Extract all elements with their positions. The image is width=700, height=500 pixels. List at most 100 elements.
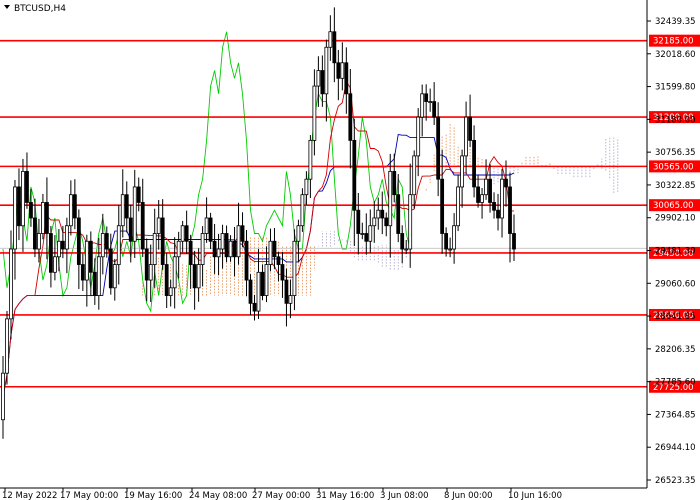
candle — [196, 248, 201, 302]
candle-body-bull — [460, 155, 465, 188]
candle-body-bear — [144, 248, 149, 281]
candle — [448, 237, 453, 258]
candle — [428, 88, 433, 112]
candle-body-bull — [324, 46, 329, 95]
candle — [208, 212, 213, 249]
candle — [308, 135, 313, 199]
candle — [192, 250, 197, 310]
candle-body-bull — [264, 264, 269, 296]
candle — [56, 229, 61, 272]
y-tick-label: 28206.35 — [655, 345, 696, 355]
candle — [384, 212, 389, 237]
candle — [168, 279, 173, 307]
candle-body-bear — [92, 271, 97, 296]
level-price-label: 30065.00 — [653, 201, 694, 211]
candle-body-bear — [124, 194, 129, 219]
candle-body-bear — [260, 271, 265, 296]
candle-body-bear — [380, 209, 385, 219]
candle — [344, 47, 349, 114]
candle-body-bull — [388, 171, 393, 227]
candle-body-bear — [332, 31, 337, 64]
candle-body-bear — [60, 240, 65, 250]
candle — [228, 235, 233, 262]
y-tick-label: 30322.85 — [655, 181, 696, 191]
candle-body-bull — [96, 256, 101, 296]
candle-body-bull — [13, 186, 17, 250]
candle — [156, 199, 161, 250]
candle-body-bull — [172, 256, 177, 289]
candle — [68, 180, 73, 236]
candle — [400, 225, 405, 264]
candle — [200, 226, 205, 287]
candle-body-bear — [468, 116, 472, 141]
candle-body-bear — [284, 279, 289, 304]
chart-title-group: BTCUSD,H4 — [4, 4, 66, 14]
candle-body-bear — [188, 240, 193, 265]
candle-body-bull — [328, 31, 333, 48]
candle — [380, 191, 385, 235]
candle-body-bear — [400, 233, 405, 250]
candle-body-bull — [120, 194, 125, 227]
candle-body-bull — [1, 372, 5, 421]
candle-body-bull — [448, 248, 453, 251]
candle-body-bear — [364, 233, 369, 242]
candle — [348, 69, 353, 169]
candle-body-bull — [404, 248, 409, 251]
candle-body-bear — [25, 171, 29, 203]
y-tick-label: 26944.10 — [655, 443, 696, 453]
candle-body-bull — [340, 62, 345, 79]
candles — [1, 7, 516, 439]
candle-body-bear — [492, 202, 496, 211]
dropdown-icon[interactable] — [4, 5, 10, 9]
candle — [17, 168, 21, 241]
candle-body-bull — [292, 240, 297, 296]
candle — [304, 171, 309, 205]
candle-body-bear — [108, 248, 113, 289]
chart-title: BTCUSD,H4 — [14, 4, 66, 14]
candle — [13, 179, 17, 280]
candle — [25, 152, 29, 209]
candle — [180, 220, 185, 253]
candle — [76, 209, 81, 289]
candle — [404, 239, 409, 254]
candle-body-bear — [72, 194, 77, 219]
x-tick-label: 19 May 16:00 — [124, 491, 182, 500]
ichimoku-lines — [2, 31, 515, 398]
candle-body-bear — [384, 217, 389, 227]
x-tick-label: 31 May 16:00 — [316, 491, 374, 500]
candle-body-bear — [80, 264, 85, 281]
x-tick-label: 27 May 00:00 — [252, 491, 310, 500]
candle — [80, 253, 85, 291]
candle-body-bull — [168, 287, 173, 296]
candle-body-bull — [196, 264, 201, 289]
candle-body-bear — [76, 217, 81, 265]
candle-body-bear — [352, 139, 357, 211]
candle-body-bear — [88, 240, 93, 273]
y-tick-label: 31180.00 — [655, 115, 696, 125]
candle — [392, 153, 397, 203]
candle-body-bull — [100, 233, 105, 258]
candle — [412, 150, 417, 209]
candle — [476, 175, 480, 208]
chart-root: 32185.00 31200.00 30565.00 30065.00 29450.00… — [0, 0, 700, 500]
candle — [372, 201, 377, 243]
candle — [236, 202, 241, 265]
candle — [492, 192, 496, 219]
y-tick-label: 26523.35 — [655, 476, 696, 486]
candle-body-bull — [416, 116, 421, 157]
candle-body-bear — [128, 217, 133, 242]
candle — [484, 159, 488, 200]
y-tick-label: 27785.60 — [655, 378, 696, 388]
candle-body-bull — [180, 225, 185, 242]
candle — [468, 94, 472, 148]
candle-body-bear — [224, 233, 229, 258]
candle — [112, 258, 117, 301]
candle-body-bear — [392, 171, 397, 196]
candle — [240, 212, 245, 247]
candle — [184, 210, 189, 254]
candle — [424, 84, 429, 121]
candle-body-bear — [396, 194, 401, 234]
candle — [248, 274, 253, 316]
candle — [340, 42, 345, 91]
candle — [296, 219, 301, 262]
